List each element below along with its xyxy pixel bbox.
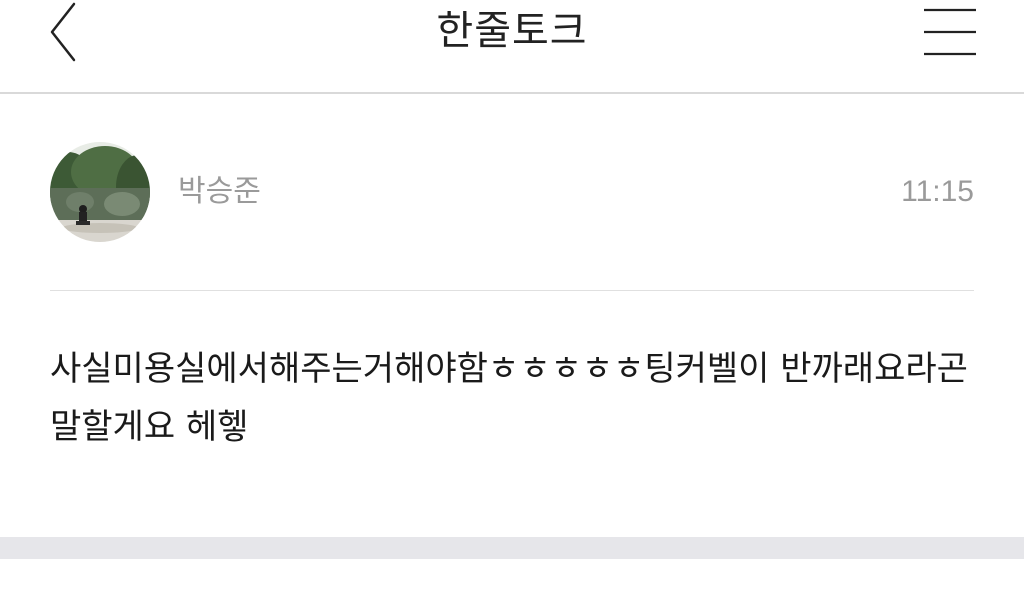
author-name[interactable]: 박승준 <box>178 172 261 212</box>
menu-button[interactable] <box>918 4 982 60</box>
top-nav-bar: 한줄토크 <box>0 0 1024 94</box>
avatar[interactable] <box>50 142 150 242</box>
page-title: 한줄토크 <box>436 8 588 54</box>
post-card: 박승준 11:15 사실미용실에서해주는거해야함ㅎㅎㅎㅎㅎ팅커벨이 반까래요라곤… <box>0 94 1024 536</box>
section-separator <box>0 537 1024 559</box>
profile-photo-avatar <box>50 142 150 242</box>
divider <box>50 290 974 291</box>
hamburger-menu-icon <box>924 8 976 56</box>
post-body-text: 사실미용실에서해주는거해야함ㅎㅎㅎㅎㅎ팅커벨이 반까래요라곤 말할게요 헤헿 <box>50 349 968 447</box>
post-timestamp: 11:15 <box>901 175 974 208</box>
